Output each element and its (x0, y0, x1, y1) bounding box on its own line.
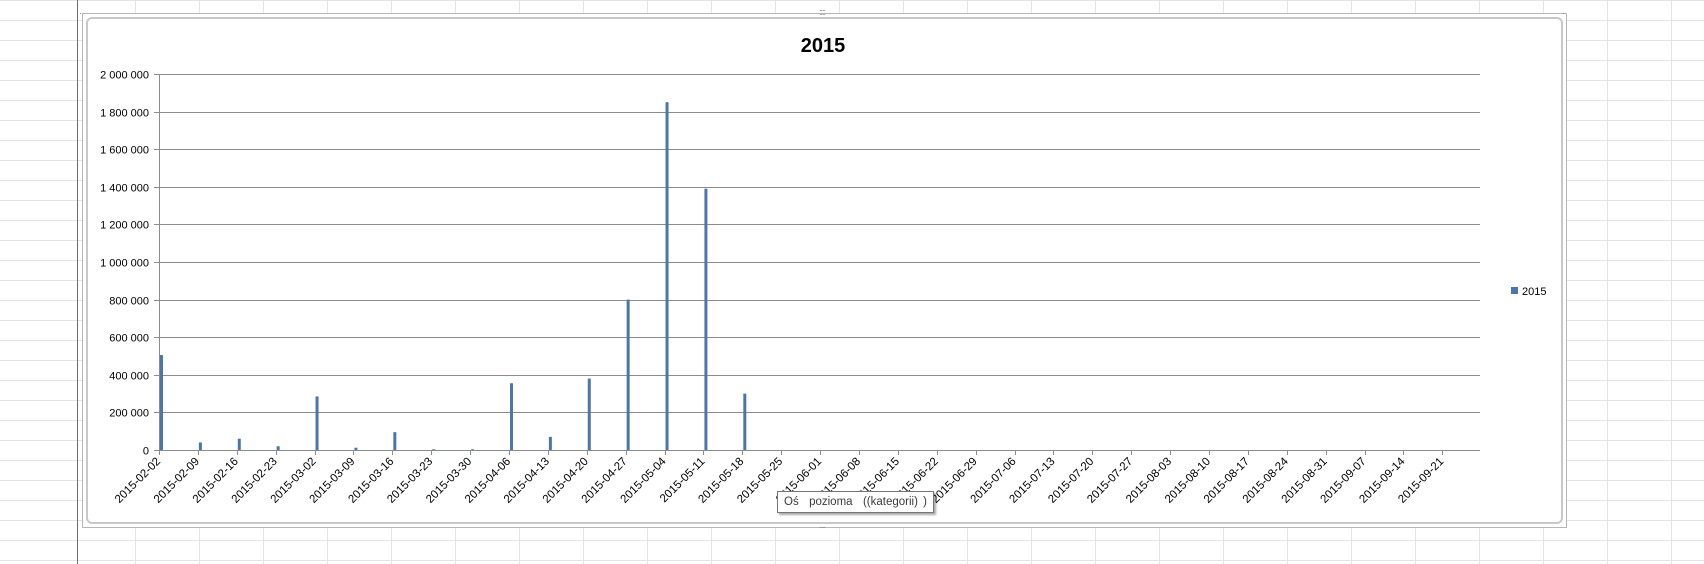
y-tick-label: 2 000 000 (100, 70, 149, 82)
y-axis-ticks: 0 200 000 400 000 600 000 800 000 1 000 000 1 … (100, 70, 159, 458)
y-tick-label: 200 000 (109, 408, 149, 420)
legend-label: 2015 (1522, 286, 1546, 298)
bar[interactable] (160, 355, 163, 450)
y-tick-label: 0 (143, 446, 149, 458)
bar[interactable] (393, 432, 397, 450)
bar[interactable] (276, 446, 280, 450)
chart-plot[interactable]: 0 200 000 400 000 600 000 800 000 1 000 000 1 … (0, 0, 1704, 564)
y-tick-label: 1 800 000 (100, 108, 149, 120)
bar[interactable] (743, 393, 747, 450)
y-tick-label: 1 000 000 (100, 258, 149, 270)
bar[interactable] (198, 442, 202, 450)
y-tick-label: 600 000 (109, 333, 149, 345)
bar[interactable] (471, 449, 475, 450)
y-tick-label: 1 600 000 (100, 145, 149, 157)
bar[interactable] (315, 396, 319, 450)
bar[interactable] (354, 447, 358, 450)
axis-tooltip: Oś pozioma ((kategorii) ) (777, 491, 934, 513)
y-tick-label: 1 400 000 (100, 183, 149, 195)
bar[interactable] (548, 436, 552, 450)
y-tick-label: 1 200 000 (100, 220, 149, 232)
bars (160, 102, 747, 450)
legend-swatch (1511, 287, 1518, 294)
bar[interactable] (704, 188, 708, 450)
bar[interactable] (626, 299, 630, 450)
bar[interactable] (237, 438, 241, 450)
y-tick-label: 800 000 (109, 296, 149, 308)
bar[interactable] (665, 102, 669, 450)
x-axis (159, 74, 1480, 455)
y-tick-label: 400 000 (109, 371, 149, 383)
gridlines (159, 74, 1480, 413)
bar[interactable] (587, 378, 591, 450)
bar[interactable] (432, 449, 436, 450)
bar[interactable] (509, 383, 513, 450)
chart-title: 2015 (801, 35, 846, 57)
legend: 2015 (1511, 286, 1546, 298)
